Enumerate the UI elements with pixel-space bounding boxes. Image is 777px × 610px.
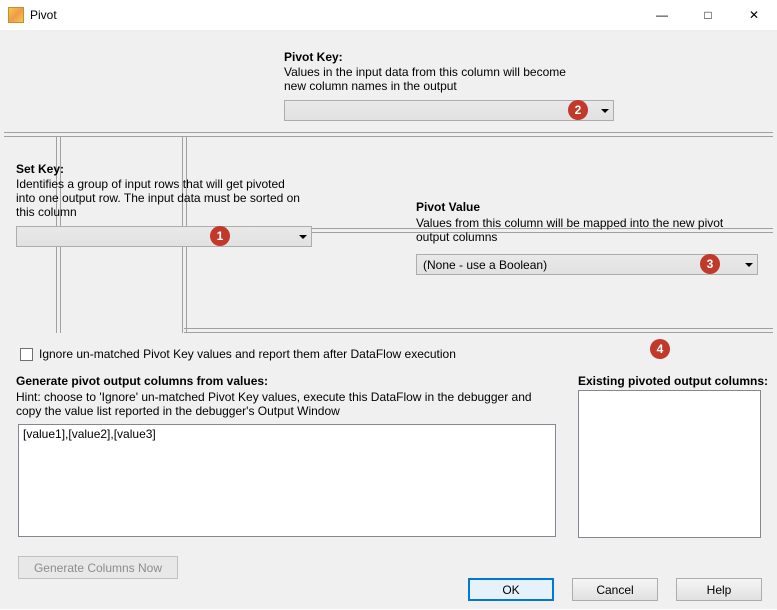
pivot-value-desc: Values from this column will be mapped i… [416,216,746,244]
ok-label: OK [502,583,519,597]
pivot-key-label: Pivot Key: [284,50,343,64]
set-key-combo[interactable] [16,226,312,247]
existing-heading: Existing pivoted output columns: [578,374,768,388]
title-bar: Pivot — □ ✕ [0,0,777,30]
client-area: Pivot Key: Values in the input data from… [0,30,777,609]
badge-2: 2 [568,100,588,120]
pivot-value-value: (None - use a Boolean) [423,258,547,272]
checkbox-box [20,348,33,361]
chevron-down-icon [601,109,609,113]
ignore-label: Ignore un-matched Pivot Key values and r… [39,347,456,361]
help-label: Help [707,583,732,597]
help-button[interactable]: Help [676,578,762,601]
badge-3: 3 [700,254,720,274]
generate-columns-label: Generate Columns Now [34,561,162,575]
chevron-down-icon [745,263,753,267]
cancel-button[interactable]: Cancel [572,578,658,601]
pivot-key-combo[interactable] [284,100,614,121]
badge-1: 1 [210,226,230,246]
generate-columns-button[interactable]: Generate Columns Now [18,556,178,579]
set-key-label: Set Key: [16,162,64,176]
cancel-label: Cancel [596,583,633,597]
generate-values-textbox[interactable]: [value1],[value2],[value3] [18,424,556,537]
generate-heading: Generate pivot output columns from value… [16,374,268,388]
badge-4: 4 [650,339,670,359]
ok-button[interactable]: OK [468,578,554,601]
pivot-key-desc: Values in the input data from this colum… [284,65,614,93]
pivot-value-label: Pivot Value [416,200,480,214]
app-icon [8,7,24,23]
generate-hint: Hint: choose to 'Ignore' un-matched Pivo… [16,390,556,418]
minimize-button[interactable]: — [639,0,685,30]
window-title: Pivot [30,8,57,22]
ignore-checkbox[interactable]: Ignore un-matched Pivot Key values and r… [20,347,456,361]
maximize-button[interactable]: □ [685,0,731,30]
close-button[interactable]: ✕ [731,0,777,30]
existing-columns-listbox[interactable] [578,390,761,538]
chevron-down-icon [299,235,307,239]
set-key-desc: Identifies a group of input rows that wi… [16,177,304,219]
generate-values-text: [value1],[value2],[value3] [23,427,156,441]
